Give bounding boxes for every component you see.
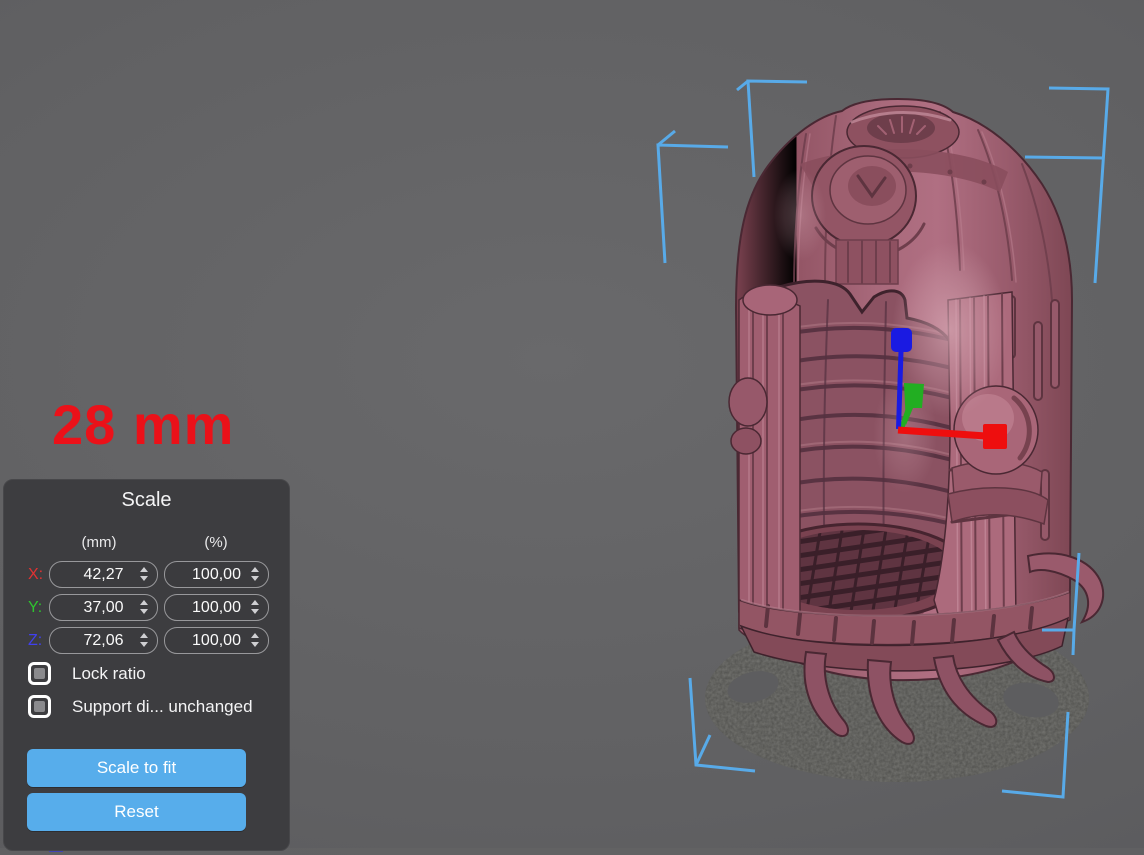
lock-ratio-row: Lock ratio <box>4 661 289 687</box>
y-mm-stepper[interactable] <box>140 600 149 616</box>
viewport-3d[interactable]: 28 mm Scale (mm) (%) X: 42,27 100,00 Y: … <box>0 0 1144 855</box>
y-percent-stepper[interactable] <box>251 600 260 616</box>
reset-button[interactable]: Reset <box>27 793 246 831</box>
z-percent-stepper[interactable] <box>251 633 260 649</box>
z-mm-input[interactable]: 72,06 <box>49 627 158 654</box>
x-mm-input[interactable]: 42,27 <box>49 561 158 588</box>
y-percent-input[interactable]: 100,00 <box>164 594 269 621</box>
axis-label-z: Z: <box>28 627 50 654</box>
support-dimensions-row: Support di... unchanged <box>4 694 289 720</box>
x-percent-stepper[interactable] <box>251 567 260 583</box>
y-mm-input[interactable]: 37,00 <box>49 594 158 621</box>
z-mm-stepper[interactable] <box>140 633 149 649</box>
panel-title: Scale <box>4 489 289 512</box>
column-header-percent: (%) <box>162 534 270 552</box>
scale-to-fit-button[interactable]: Scale to fit <box>27 749 246 787</box>
support-dimensions-checkbox[interactable] <box>28 695 51 718</box>
z-percent-input[interactable]: 100,00 <box>164 627 269 654</box>
scale-panel: Scale (mm) (%) X: 42,27 100,00 Y: 37,00 … <box>3 479 290 851</box>
lock-ratio-label: Lock ratio <box>72 662 146 686</box>
lock-ratio-checkbox[interactable] <box>28 662 51 685</box>
x-percent-input[interactable]: 100,00 <box>164 561 269 588</box>
axis-label-y: Y: <box>28 594 50 621</box>
x-mm-stepper[interactable] <box>140 567 149 583</box>
support-dimensions-label: Support di... unchanged <box>72 695 253 719</box>
dimension-label: 28 mm <box>52 396 234 455</box>
model-3d[interactable] <box>729 99 1103 744</box>
axis-label-x: X: <box>28 561 50 588</box>
column-header-mm: (mm) <box>46 534 152 552</box>
model-left-pillar <box>729 285 800 642</box>
